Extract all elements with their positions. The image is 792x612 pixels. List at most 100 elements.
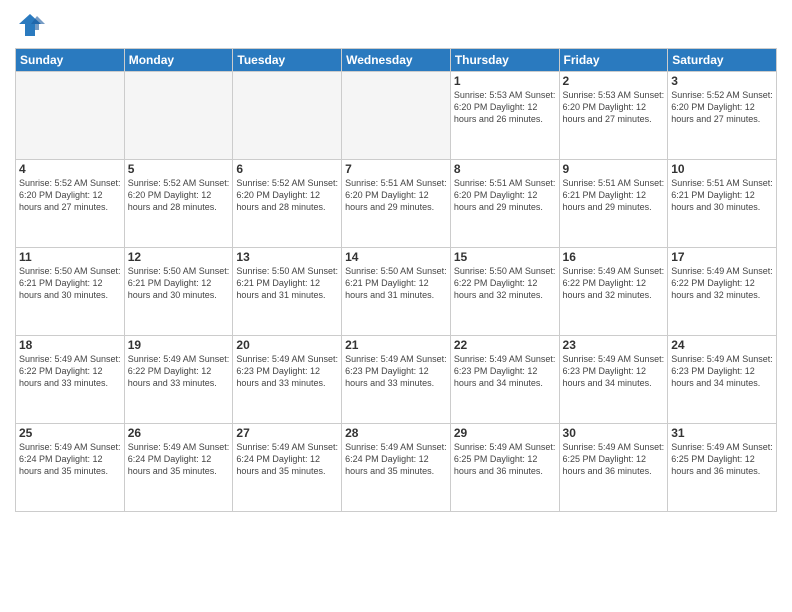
day-info: Sunrise: 5:53 AM Sunset: 6:20 PM Dayligh… [454,89,556,125]
day-number: 3 [671,74,773,88]
day-number: 4 [19,162,121,176]
day-number: 17 [671,250,773,264]
calendar-cell: 9Sunrise: 5:51 AM Sunset: 6:21 PM Daylig… [559,160,668,248]
calendar-header-wednesday: Wednesday [342,49,451,72]
day-info: Sunrise: 5:49 AM Sunset: 6:23 PM Dayligh… [345,353,447,389]
day-info: Sunrise: 5:52 AM Sunset: 6:20 PM Dayligh… [236,177,338,213]
logo-icon [15,10,45,40]
calendar-cell [342,72,451,160]
calendar-cell: 20Sunrise: 5:49 AM Sunset: 6:23 PM Dayli… [233,336,342,424]
day-number: 12 [128,250,230,264]
day-number: 9 [563,162,665,176]
calendar-cell: 17Sunrise: 5:49 AM Sunset: 6:22 PM Dayli… [668,248,777,336]
day-number: 21 [345,338,447,352]
day-info: Sunrise: 5:49 AM Sunset: 6:24 PM Dayligh… [236,441,338,477]
day-info: Sunrise: 5:51 AM Sunset: 6:21 PM Dayligh… [563,177,665,213]
calendar-cell: 29Sunrise: 5:49 AM Sunset: 6:25 PM Dayli… [450,424,559,512]
day-number: 10 [671,162,773,176]
day-number: 30 [563,426,665,440]
calendar-cell: 5Sunrise: 5:52 AM Sunset: 6:20 PM Daylig… [124,160,233,248]
day-number: 14 [345,250,447,264]
day-info: Sunrise: 5:52 AM Sunset: 6:20 PM Dayligh… [19,177,121,213]
day-number: 19 [128,338,230,352]
calendar-week-row: 1Sunrise: 5:53 AM Sunset: 6:20 PM Daylig… [16,72,777,160]
day-number: 5 [128,162,230,176]
calendar-cell: 2Sunrise: 5:53 AM Sunset: 6:20 PM Daylig… [559,72,668,160]
day-info: Sunrise: 5:49 AM Sunset: 6:23 PM Dayligh… [671,353,773,389]
day-info: Sunrise: 5:49 AM Sunset: 6:22 PM Dayligh… [671,265,773,301]
calendar-cell: 15Sunrise: 5:50 AM Sunset: 6:22 PM Dayli… [450,248,559,336]
day-info: Sunrise: 5:49 AM Sunset: 6:24 PM Dayligh… [19,441,121,477]
day-info: Sunrise: 5:49 AM Sunset: 6:23 PM Dayligh… [236,353,338,389]
day-number: 8 [454,162,556,176]
day-info: Sunrise: 5:49 AM Sunset: 6:25 PM Dayligh… [671,441,773,477]
day-number: 20 [236,338,338,352]
calendar-cell: 13Sunrise: 5:50 AM Sunset: 6:21 PM Dayli… [233,248,342,336]
day-number: 31 [671,426,773,440]
day-number: 2 [563,74,665,88]
day-info: Sunrise: 5:49 AM Sunset: 6:24 PM Dayligh… [128,441,230,477]
day-info: Sunrise: 5:50 AM Sunset: 6:22 PM Dayligh… [454,265,556,301]
header [15,10,777,40]
day-number: 7 [345,162,447,176]
day-info: Sunrise: 5:49 AM Sunset: 6:22 PM Dayligh… [563,265,665,301]
calendar-cell: 14Sunrise: 5:50 AM Sunset: 6:21 PM Dayli… [342,248,451,336]
day-number: 22 [454,338,556,352]
day-number: 11 [19,250,121,264]
calendar-week-row: 11Sunrise: 5:50 AM Sunset: 6:21 PM Dayli… [16,248,777,336]
calendar-header-monday: Monday [124,49,233,72]
calendar-cell: 21Sunrise: 5:49 AM Sunset: 6:23 PM Dayli… [342,336,451,424]
calendar-cell: 25Sunrise: 5:49 AM Sunset: 6:24 PM Dayli… [16,424,125,512]
day-info: Sunrise: 5:53 AM Sunset: 6:20 PM Dayligh… [563,89,665,125]
calendar-cell: 3Sunrise: 5:52 AM Sunset: 6:20 PM Daylig… [668,72,777,160]
day-info: Sunrise: 5:52 AM Sunset: 6:20 PM Dayligh… [671,89,773,125]
page: SundayMondayTuesdayWednesdayThursdayFrid… [0,0,792,612]
day-number: 26 [128,426,230,440]
calendar-cell: 1Sunrise: 5:53 AM Sunset: 6:20 PM Daylig… [450,72,559,160]
day-number: 28 [345,426,447,440]
day-info: Sunrise: 5:52 AM Sunset: 6:20 PM Dayligh… [128,177,230,213]
day-info: Sunrise: 5:51 AM Sunset: 6:20 PM Dayligh… [345,177,447,213]
day-info: Sunrise: 5:49 AM Sunset: 6:22 PM Dayligh… [128,353,230,389]
day-number: 1 [454,74,556,88]
day-number: 16 [563,250,665,264]
calendar-cell: 23Sunrise: 5:49 AM Sunset: 6:23 PM Dayli… [559,336,668,424]
calendar-cell [16,72,125,160]
calendar-cell: 10Sunrise: 5:51 AM Sunset: 6:21 PM Dayli… [668,160,777,248]
day-info: Sunrise: 5:49 AM Sunset: 6:23 PM Dayligh… [454,353,556,389]
day-info: Sunrise: 5:49 AM Sunset: 6:25 PM Dayligh… [454,441,556,477]
calendar-header-thursday: Thursday [450,49,559,72]
calendar-cell: 18Sunrise: 5:49 AM Sunset: 6:22 PM Dayli… [16,336,125,424]
day-number: 24 [671,338,773,352]
calendar-cell: 7Sunrise: 5:51 AM Sunset: 6:20 PM Daylig… [342,160,451,248]
calendar-header-tuesday: Tuesday [233,49,342,72]
day-number: 27 [236,426,338,440]
calendar-week-row: 4Sunrise: 5:52 AM Sunset: 6:20 PM Daylig… [16,160,777,248]
calendar-cell [233,72,342,160]
day-number: 29 [454,426,556,440]
day-number: 13 [236,250,338,264]
calendar-cell: 27Sunrise: 5:49 AM Sunset: 6:24 PM Dayli… [233,424,342,512]
calendar-header-saturday: Saturday [668,49,777,72]
calendar-cell: 4Sunrise: 5:52 AM Sunset: 6:20 PM Daylig… [16,160,125,248]
day-info: Sunrise: 5:49 AM Sunset: 6:22 PM Dayligh… [19,353,121,389]
calendar-header-friday: Friday [559,49,668,72]
day-info: Sunrise: 5:49 AM Sunset: 6:25 PM Dayligh… [563,441,665,477]
day-info: Sunrise: 5:50 AM Sunset: 6:21 PM Dayligh… [19,265,121,301]
calendar-cell: 11Sunrise: 5:50 AM Sunset: 6:21 PM Dayli… [16,248,125,336]
calendar-cell: 12Sunrise: 5:50 AM Sunset: 6:21 PM Dayli… [124,248,233,336]
calendar-cell: 16Sunrise: 5:49 AM Sunset: 6:22 PM Dayli… [559,248,668,336]
calendar-cell: 28Sunrise: 5:49 AM Sunset: 6:24 PM Dayli… [342,424,451,512]
calendar-cell: 19Sunrise: 5:49 AM Sunset: 6:22 PM Dayli… [124,336,233,424]
calendar-header-sunday: Sunday [16,49,125,72]
day-number: 6 [236,162,338,176]
day-info: Sunrise: 5:51 AM Sunset: 6:20 PM Dayligh… [454,177,556,213]
calendar-cell: 22Sunrise: 5:49 AM Sunset: 6:23 PM Dayli… [450,336,559,424]
calendar-table: SundayMondayTuesdayWednesdayThursdayFrid… [15,48,777,512]
day-info: Sunrise: 5:49 AM Sunset: 6:23 PM Dayligh… [563,353,665,389]
day-info: Sunrise: 5:49 AM Sunset: 6:24 PM Dayligh… [345,441,447,477]
calendar-cell: 26Sunrise: 5:49 AM Sunset: 6:24 PM Dayli… [124,424,233,512]
calendar-cell: 31Sunrise: 5:49 AM Sunset: 6:25 PM Dayli… [668,424,777,512]
calendar-cell: 30Sunrise: 5:49 AM Sunset: 6:25 PM Dayli… [559,424,668,512]
day-number: 15 [454,250,556,264]
